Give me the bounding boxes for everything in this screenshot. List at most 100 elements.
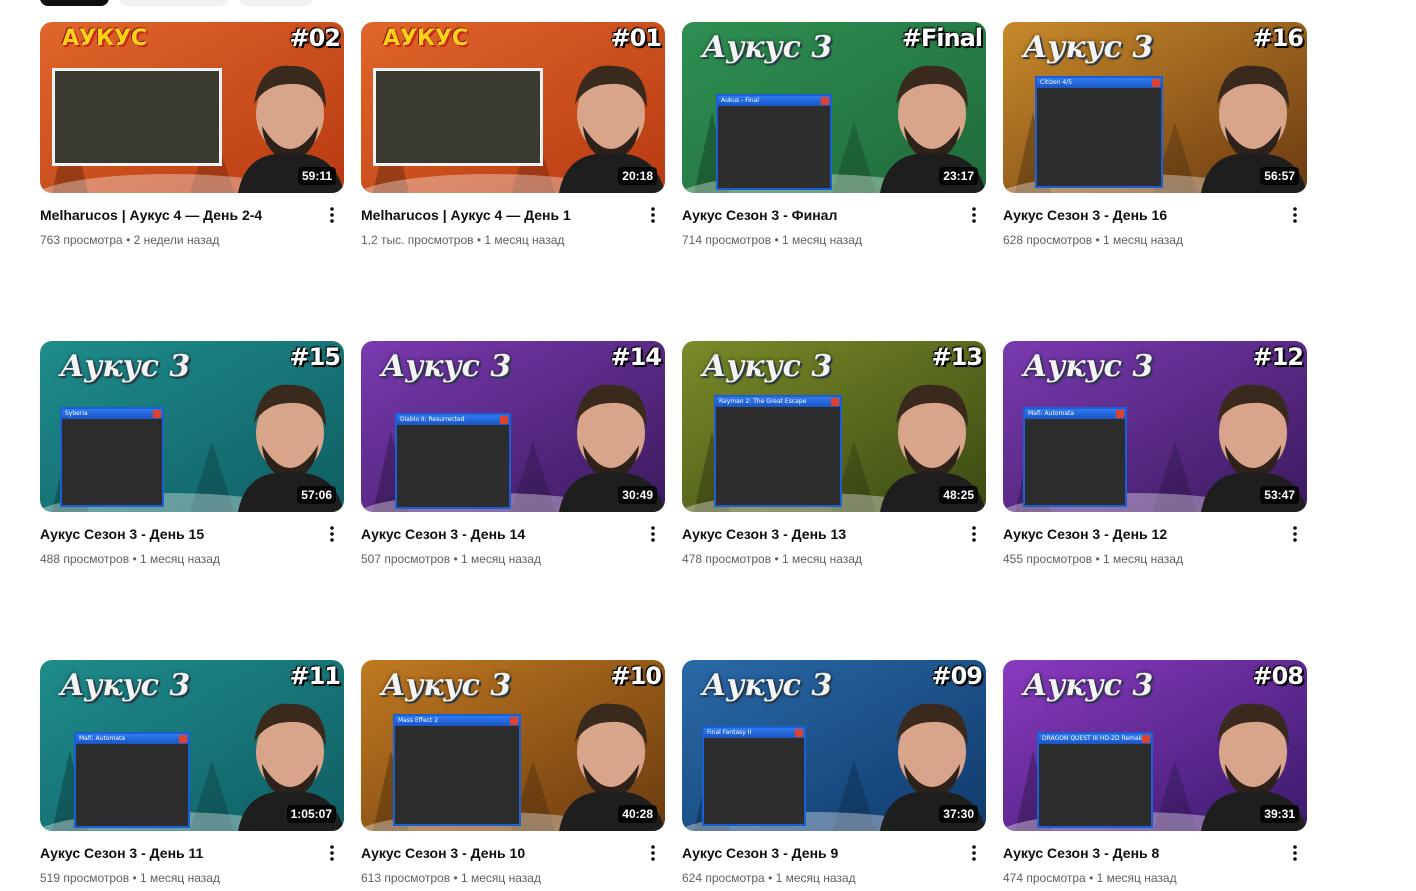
episode-number: #15 [289,343,341,371]
video-duration: 57:06 [297,486,336,504]
video-duration: 48:25 [939,486,978,504]
video-meta: Аукус Сезон 3 - День 8 474 просмотра • 1… [1003,845,1307,891]
close-icon [831,398,839,406]
video-card[interactable]: Аукус 3 #16 Citizen 4/5 56:57 Аукус Сезо… [1003,22,1307,253]
video-duration: 20:18 [618,167,657,185]
video-card[interactable]: Аукус 3 #10 Mass Effect 2 40:28 Аукус Се… [361,660,665,891]
more-actions-button[interactable] [320,522,344,546]
video-title[interactable]: Аукус Сезон 3 - День 15 [40,526,344,543]
more-actions-button[interactable] [641,522,665,546]
more-actions-button[interactable] [320,203,344,227]
video-title[interactable]: Аукус Сезон 3 - Финал [682,207,986,224]
video-title[interactable]: Аукус Сезон 3 - День 9 [682,845,986,862]
video-card[interactable]: Аукус 3 #09 Final Fantasy II 37:30 Аукус… [682,660,986,891]
episode-number: #01 [610,24,662,52]
video-meta: Melharucos | Аукус 4 — День 2-4 763 прос… [40,207,344,253]
more-actions-button[interactable] [962,522,986,546]
view-count: 624 просмотра [682,871,765,885]
episode-number: #11 [289,662,341,690]
view-count: 519 просмотров [40,871,130,885]
video-stats: 488 просмотров • 1 месяц назад [40,552,344,566]
video-meta: Аукус Сезон 3 - День 14 507 просмотров •… [361,526,665,572]
video-grid: АУКУС #02 59:11 Melharucos | Аукус 4 — Д… [40,22,1307,891]
upload-age: 1 месяц назад [460,552,541,566]
video-title[interactable]: Melharucos | Аукус 4 — День 1 [361,207,665,224]
video-meta: Аукус Сезон 3 - День 9 624 просмотра • 1… [682,845,986,891]
video-card[interactable]: Аукус 3 #13 Rayman 2: The Great Escape 4… [682,341,986,572]
more-vert-icon [972,207,976,223]
video-thumbnail[interactable]: Аукус 3 #08 DRAGON QUEST III HD-2D Remak… [1003,660,1307,831]
more-actions-button[interactable] [641,203,665,227]
thumbnail-brand: Аукус 3 [60,668,191,703]
close-icon [510,717,518,725]
video-thumbnail[interactable]: Аукус 3 #14 Diablo II: Resurrected 30:49 [361,341,665,512]
view-count: 763 просмотра [40,233,123,247]
video-card[interactable]: Аукус 3 #15 Syberia 57:06 Аукус Сезон 3 … [40,341,344,572]
video-card[interactable]: Аукус 3 #12 Mafi: Automata 53:47 Аукус С… [1003,341,1307,572]
filter-chip-active[interactable] [40,0,109,6]
video-title[interactable]: Аукус Сезон 3 - День 12 [1003,526,1307,543]
video-stats: 455 просмотров • 1 месяц назад [1003,552,1307,566]
more-actions-button[interactable] [320,841,344,865]
upload-age: 1 месяц назад [781,233,862,247]
episode-number: #Final [901,24,983,52]
video-card[interactable]: Аукус 3 #11 Mafi: Automata 1:05:07 Аукус… [40,660,344,891]
game-window-title: DRAGON QUEST III HD-2D Remake [1039,734,1151,744]
video-thumbnail[interactable]: Аукус 3 #Final Aukus - Final 23:17 [682,22,986,193]
video-thumbnail[interactable]: Аукус 3 #13 Rayman 2: The Great Escape 4… [682,341,986,512]
filter-chip[interactable] [239,0,313,6]
video-title[interactable]: Аукус Сезон 3 - День 16 [1003,207,1307,224]
video-title[interactable]: Melharucos | Аукус 4 — День 2-4 [40,207,344,224]
view-count: 628 просмотров [1003,233,1093,247]
more-vert-icon [330,207,334,223]
game-window: Diablo II: Resurrected [395,413,511,509]
video-title[interactable]: Аукус Сезон 3 - День 14 [361,526,665,543]
video-title[interactable]: Аукус Сезон 3 - День 8 [1003,845,1307,862]
video-thumbnail[interactable]: Аукус 3 #16 Citizen 4/5 56:57 [1003,22,1307,193]
thumbnail-brand: Аукус 3 [702,349,833,384]
more-vert-icon [972,845,976,861]
game-window: Mafi: Automata [74,732,190,828]
game-window [52,68,222,166]
thumbnail-brand: Аукус 3 [702,30,833,65]
more-actions-button[interactable] [962,841,986,865]
filter-chip[interactable] [119,0,229,6]
upload-age: 1 месяц назад [1096,871,1177,885]
video-thumbnail[interactable]: Аукус 3 #12 Mafi: Automata 53:47 [1003,341,1307,512]
video-card[interactable]: Аукус 3 #14 Diablo II: Resurrected 30:49… [361,341,665,572]
video-title[interactable]: Аукус Сезон 3 - День 13 [682,526,986,543]
upload-age: 1 месяц назад [1102,233,1183,247]
game-window: Final Fantasy II [702,726,806,826]
upload-age: 1 месяц назад [1102,552,1183,566]
video-stats: 1,2 тыс. просмотров • 1 месяц назад [361,233,665,247]
more-actions-button[interactable] [962,203,986,227]
video-thumbnail[interactable]: Аукус 3 #11 Mafi: Automata 1:05:07 [40,660,344,831]
more-actions-button[interactable] [1283,522,1307,546]
video-card[interactable]: Аукус 3 #08 DRAGON QUEST III HD-2D Remak… [1003,660,1307,891]
video-title[interactable]: Аукус Сезон 3 - День 10 [361,845,665,862]
video-title[interactable]: Аукус Сезон 3 - День 11 [40,845,344,862]
video-card[interactable]: АУКУС #01 20:18 Melharucos | Аукус 4 — Д… [361,22,665,253]
close-icon [795,729,803,737]
video-thumbnail[interactable]: АУКУС #01 20:18 [361,22,665,193]
game-window-title: Mafi: Automata [76,734,188,744]
video-thumbnail[interactable]: Аукус 3 #15 Syberia 57:06 [40,341,344,512]
thumbnail-brand: Аукус 3 [1023,349,1154,384]
more-actions-button[interactable] [1283,203,1307,227]
video-thumbnail[interactable]: АУКУС #02 59:11 [40,22,344,193]
video-card[interactable]: Аукус 3 #Final Aukus - Final 23:17 Аукус… [682,22,986,253]
more-actions-button[interactable] [1283,841,1307,865]
upload-age: 1 месяц назад [484,233,565,247]
game-window: Mafi: Automata [1023,407,1127,507]
video-duration: 53:47 [1260,486,1299,504]
video-thumbnail[interactable]: Аукус 3 #09 Final Fantasy II 37:30 [682,660,986,831]
more-actions-button[interactable] [641,841,665,865]
video-meta: Аукус Сезон 3 - День 16 628 просмотров •… [1003,207,1307,253]
video-card[interactable]: АУКУС #02 59:11 Melharucos | Аукус 4 — Д… [40,22,344,253]
video-duration: 59:11 [297,167,336,185]
video-duration: 23:17 [939,167,978,185]
game-window-title: Syberia [62,409,162,419]
video-thumbnail[interactable]: Аукус 3 #10 Mass Effect 2 40:28 [361,660,665,831]
separator: • [453,871,458,885]
thumbnail-brand: АУКУС [62,26,148,51]
